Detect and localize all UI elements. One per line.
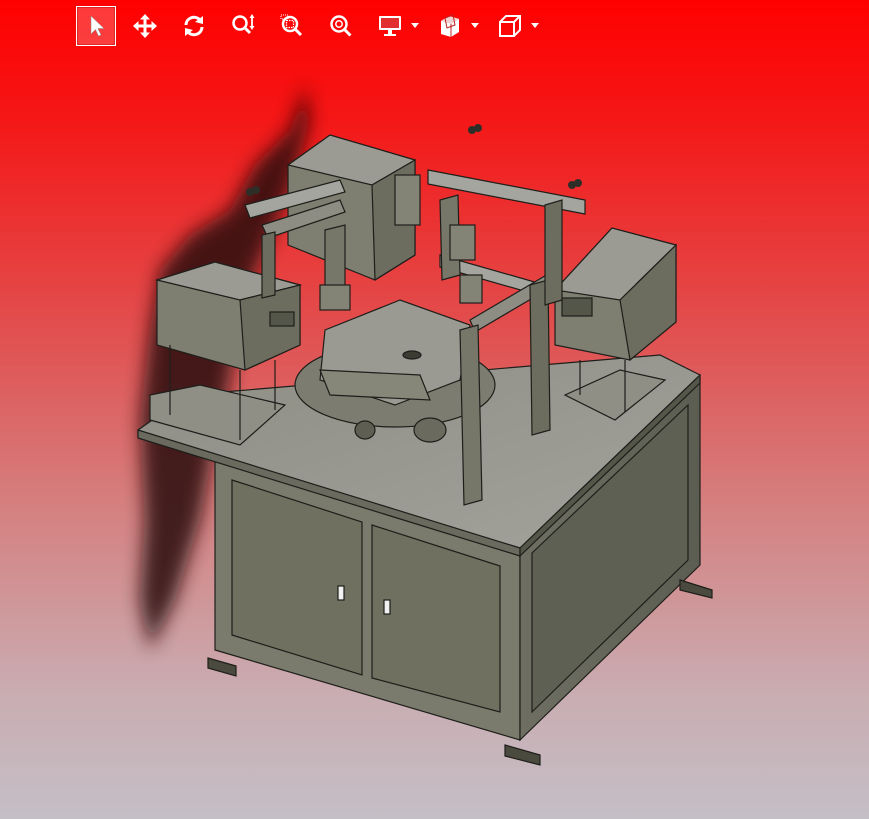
view-orientation-button[interactable] bbox=[490, 6, 530, 46]
display-dropdown-arrow[interactable] bbox=[410, 21, 420, 31]
zoom-vertical-icon bbox=[232, 14, 255, 35]
move-arrows-icon bbox=[133, 14, 157, 38]
wire-cube-icon bbox=[499, 15, 521, 37]
machine-model[interactable] bbox=[0, 0, 869, 819]
cursor-arrow-icon bbox=[90, 15, 105, 37]
chevron-down-icon bbox=[471, 23, 479, 28]
zoom-window-icon bbox=[280, 14, 303, 37]
zoom-fit-button[interactable] bbox=[321, 6, 361, 46]
chevron-down-icon bbox=[411, 23, 419, 28]
select-button[interactable] bbox=[76, 6, 116, 46]
display-button[interactable] bbox=[370, 6, 410, 46]
display-group bbox=[370, 6, 420, 46]
pan-button[interactable] bbox=[125, 6, 165, 46]
section-cube-icon bbox=[441, 14, 459, 37]
3d-viewport[interactable] bbox=[0, 0, 869, 819]
orientation-group bbox=[490, 6, 540, 46]
orientation-dropdown-arrow[interactable] bbox=[530, 21, 540, 31]
zoom-button[interactable] bbox=[223, 6, 263, 46]
monitor-icon bbox=[379, 16, 401, 36]
rotate-icon bbox=[184, 15, 204, 37]
chevron-down-icon bbox=[531, 23, 539, 28]
section-dropdown-arrow[interactable] bbox=[470, 21, 480, 31]
zoom-fit-icon bbox=[330, 15, 352, 37]
view-toolbar bbox=[76, 4, 550, 48]
section-group bbox=[430, 6, 480, 46]
zoom-box-button[interactable] bbox=[272, 6, 312, 46]
rotate-button[interactable] bbox=[174, 6, 214, 46]
section-button[interactable] bbox=[430, 6, 470, 46]
